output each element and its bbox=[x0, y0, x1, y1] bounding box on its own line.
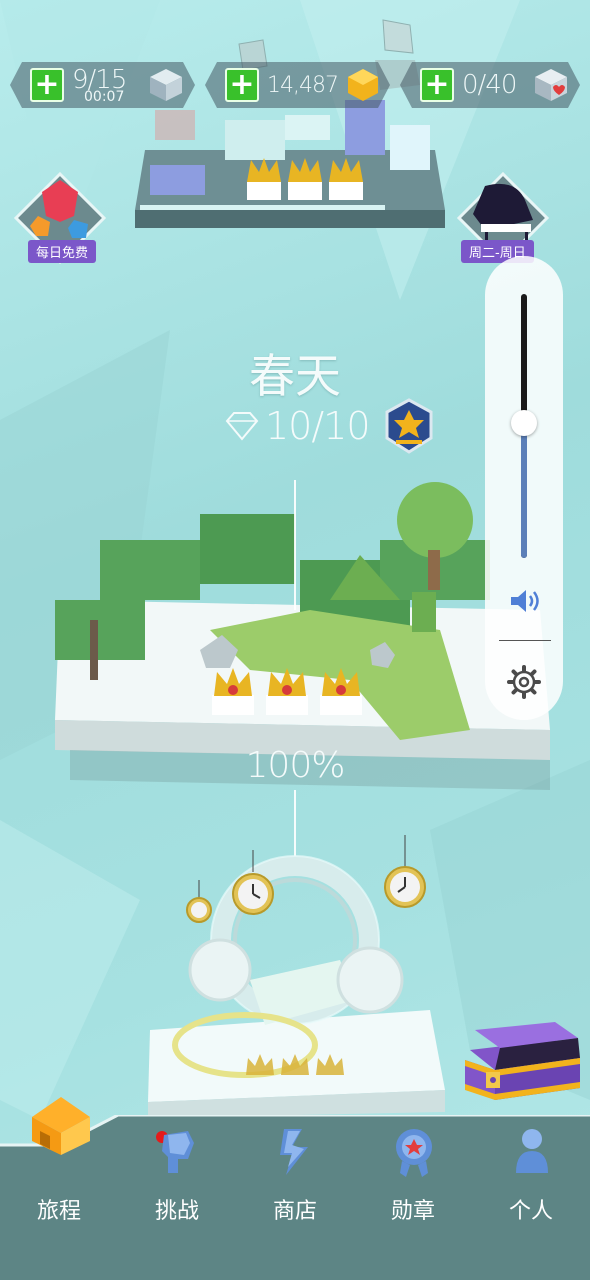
volume-divider bbox=[499, 640, 551, 641]
gear-icon[interactable] bbox=[506, 664, 542, 700]
nav-label: 个人 bbox=[508, 1199, 553, 1224]
pocket-watch-icon bbox=[186, 880, 212, 923]
person-icon bbox=[516, 1129, 548, 1173]
gem-value: 14,487 bbox=[267, 72, 338, 98]
add-energy-button[interactable]: + bbox=[30, 68, 64, 102]
diamond-count: 10/10 bbox=[265, 404, 371, 448]
box-value: 0/40 bbox=[462, 70, 517, 100]
diamond-progress: 10/10 bbox=[225, 398, 434, 454]
crown-icons bbox=[246, 1054, 344, 1075]
shop-icon bbox=[280, 1129, 308, 1175]
gem-counter: + 14,487 bbox=[205, 62, 390, 108]
box-counter: + 0/40 bbox=[400, 62, 580, 108]
nav-label: 勋章 bbox=[390, 1199, 435, 1224]
nav-challenge[interactable]: 挑战 bbox=[118, 1115, 236, 1280]
rank-badge-icon[interactable] bbox=[384, 398, 434, 454]
piano-event-button[interactable]: 周二-周日 bbox=[455, 170, 551, 266]
nav-label: 挑战 bbox=[154, 1199, 199, 1224]
medal-icon bbox=[396, 1129, 432, 1177]
heart-cube-icon bbox=[533, 67, 569, 103]
floating-cube-icon bbox=[382, 19, 414, 54]
crown-icons bbox=[212, 668, 362, 715]
resource-bar: + 9/15 00:07 + 14,487 + 0/40 bbox=[10, 62, 580, 108]
pocket-watch-icon bbox=[384, 835, 426, 908]
volume-slider-thumb[interactable] bbox=[511, 410, 537, 437]
add-box-button[interactable]: + bbox=[420, 68, 454, 102]
volume-panel bbox=[485, 256, 563, 720]
path-line bbox=[294, 480, 296, 610]
challenge-icon bbox=[162, 1131, 194, 1173]
daily-free-label: 每日免费 bbox=[28, 240, 97, 263]
pocket-watch-icon bbox=[232, 850, 274, 915]
completion-percent: 100% bbox=[245, 745, 346, 786]
gold-gem-icon bbox=[345, 67, 381, 103]
energy-timer: 00:07 bbox=[84, 89, 125, 105]
diamond-icon bbox=[225, 412, 259, 441]
crown-icons bbox=[247, 158, 363, 200]
nav-label: 商店 bbox=[272, 1199, 317, 1224]
nav-profile[interactable]: 个人 bbox=[472, 1115, 590, 1280]
energy-counter: + 9/15 00:07 bbox=[10, 62, 195, 108]
nav-label: 旅程 bbox=[36, 1199, 81, 1224]
volume-slider-fill bbox=[521, 423, 527, 558]
nav-medals[interactable]: 勋章 bbox=[354, 1115, 472, 1280]
house-icon bbox=[32, 1097, 90, 1155]
daily-free-button[interactable]: 每日免费 bbox=[12, 170, 108, 266]
nav-journey[interactable]: 旅程 bbox=[0, 1097, 118, 1280]
speaker-icon[interactable] bbox=[508, 586, 540, 616]
cube-icon bbox=[148, 67, 184, 103]
nav-shop[interactable]: 商店 bbox=[236, 1115, 354, 1280]
bottom-nav: 旅程 挑战 商店 勋章 个人 bbox=[0, 1097, 590, 1280]
add-gems-button[interactable]: + bbox=[225, 68, 259, 102]
treasure-chest-icon[interactable] bbox=[460, 1020, 585, 1105]
